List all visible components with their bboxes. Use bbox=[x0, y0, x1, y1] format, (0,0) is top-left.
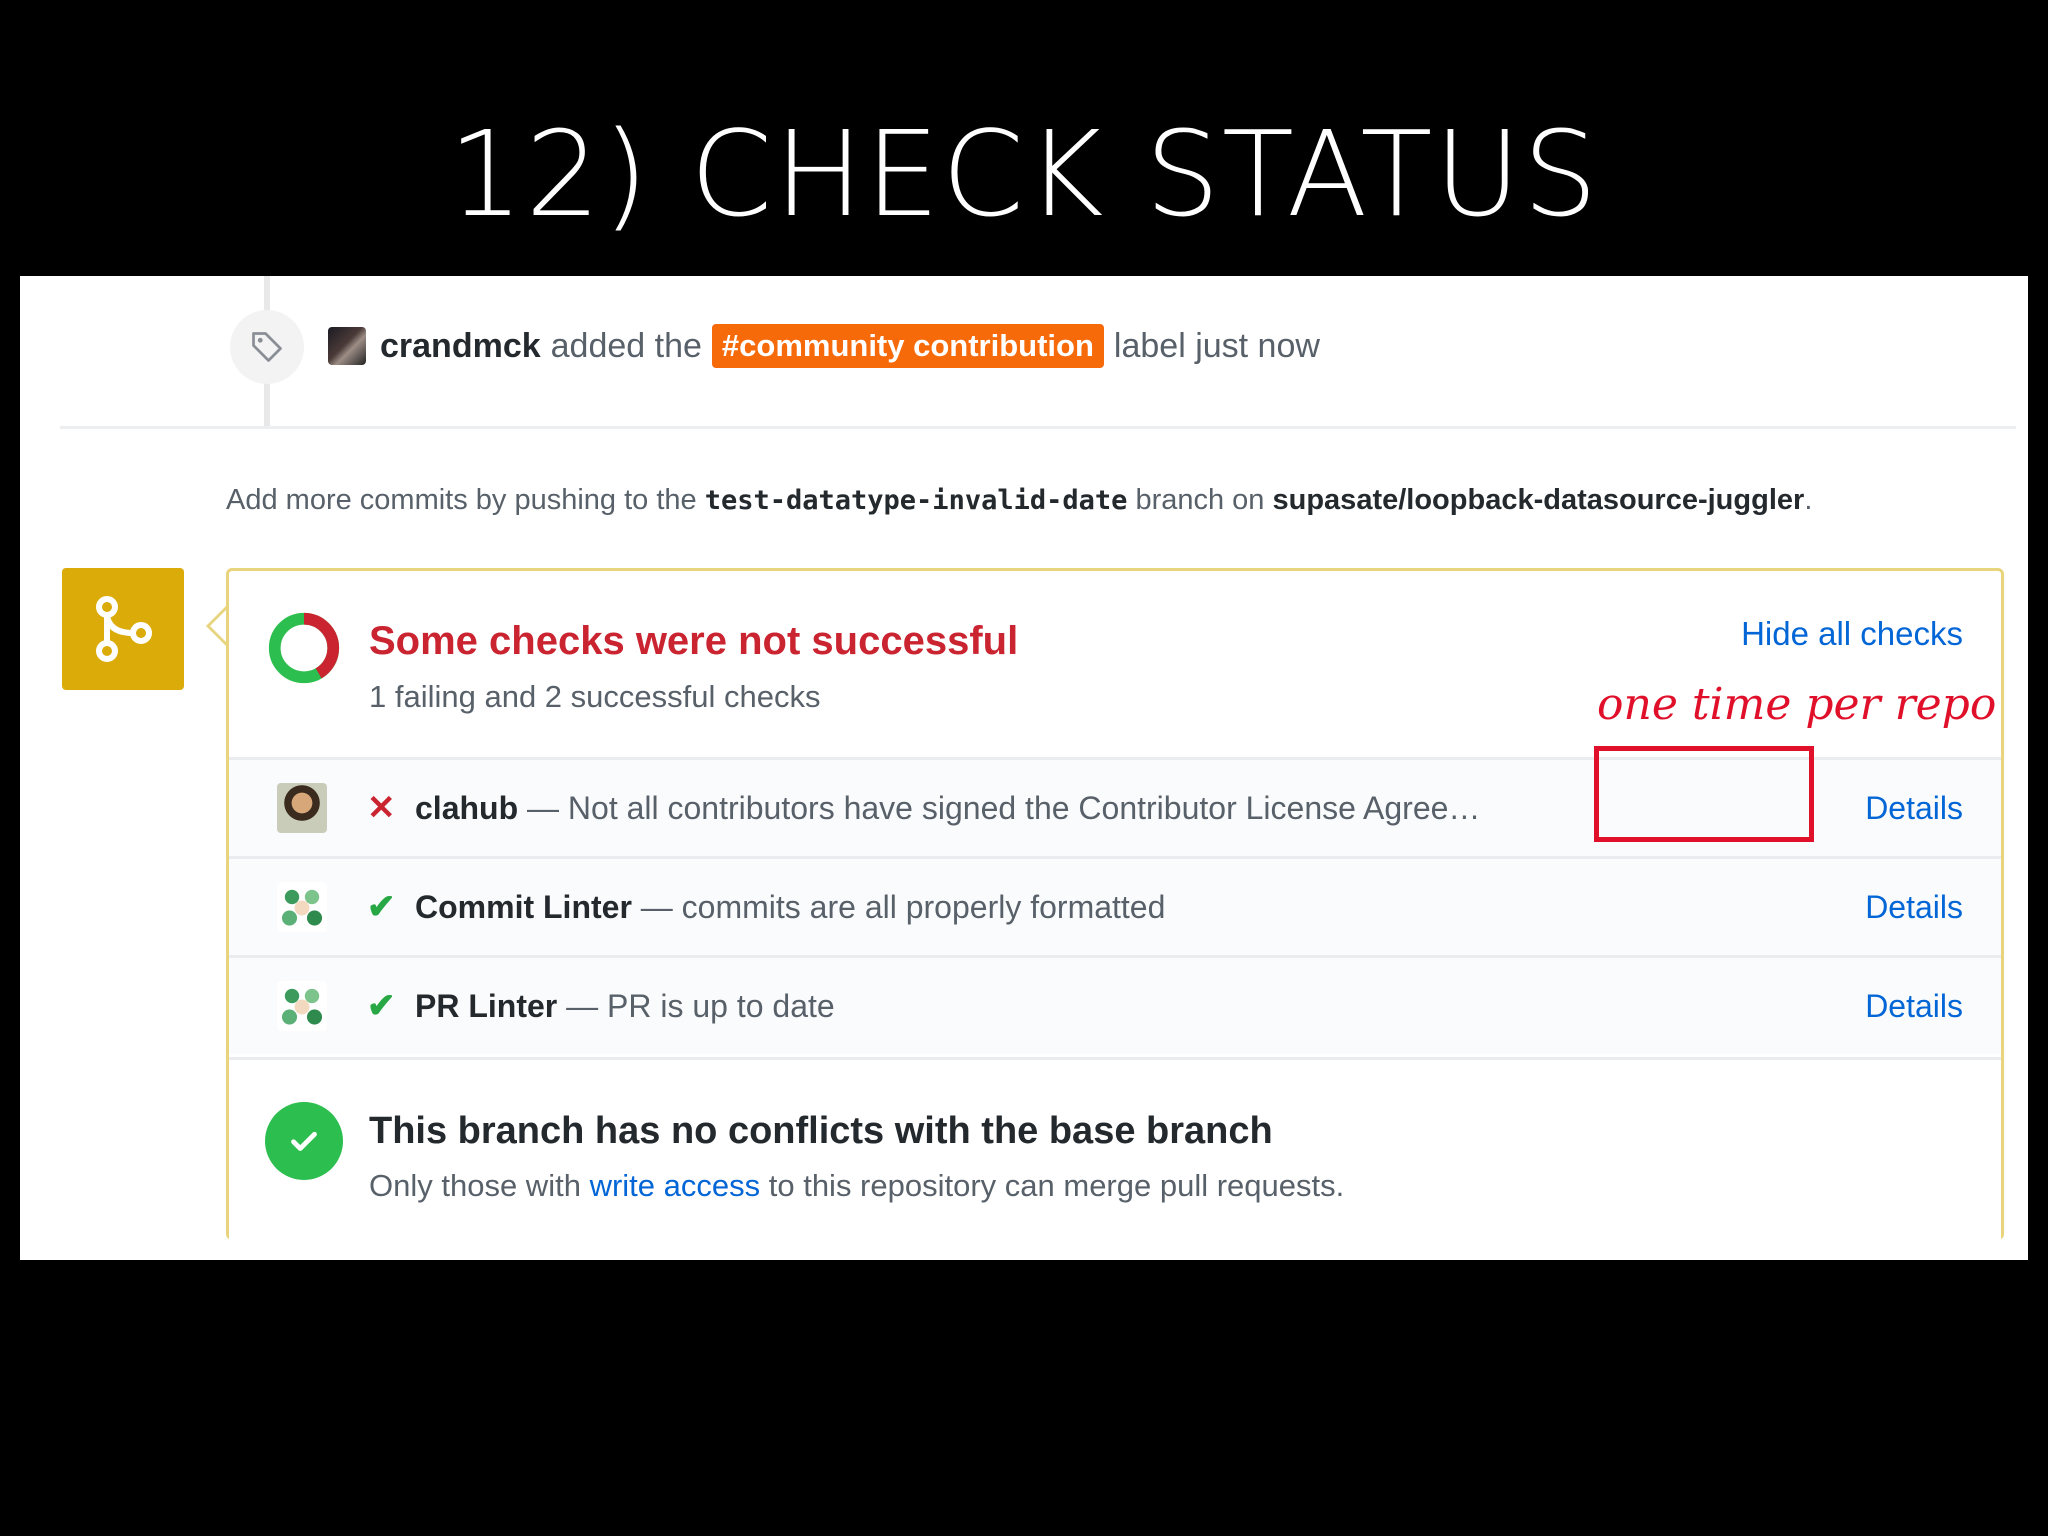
check-row-pr-linter: ✔ PR Linter — PR is up to date Details bbox=[229, 955, 2001, 1054]
check-name: Commit Linter bbox=[415, 888, 632, 925]
slide-title: 12) CHECK STATUS bbox=[448, 105, 1600, 243]
checks-donut-icon bbox=[268, 612, 340, 684]
github-screenshot: crandmck added the #community contributi… bbox=[20, 276, 2028, 1260]
hide-all-checks-link[interactable]: Hide all checks bbox=[1741, 615, 1963, 653]
details-link[interactable]: Details bbox=[1865, 889, 1963, 926]
divider bbox=[60, 426, 2016, 429]
avatar[interactable] bbox=[277, 783, 327, 833]
avatar[interactable] bbox=[277, 981, 327, 1031]
check-circle-icon bbox=[265, 1102, 343, 1180]
check-text: Commit Linter — commits are all properly… bbox=[415, 889, 1165, 926]
git-merge-icon bbox=[62, 568, 184, 690]
commits-note: Add more commits by pushing to the test-… bbox=[226, 484, 1812, 517]
avatar[interactable] bbox=[328, 327, 366, 365]
checks-summary: Some checks were not successful 1 failin… bbox=[229, 571, 2001, 757]
commits-note-prefix: Add more commits by pushing to the bbox=[226, 484, 697, 516]
community-label[interactable]: #community contribution bbox=[711, 324, 1104, 368]
event-suffix: label just now bbox=[1113, 326, 1320, 365]
status-title: Some checks were not successful bbox=[369, 619, 1019, 663]
check-icon: ✔ bbox=[367, 987, 396, 1025]
check-description: — commits are all properly formatted bbox=[640, 888, 1166, 925]
annotation-text: one time per repo bbox=[1597, 679, 1997, 730]
avatar[interactable] bbox=[277, 882, 327, 932]
x-icon: ✕ bbox=[367, 789, 396, 827]
check-row-commit-linter: ✔ Commit Linter — commits are all proper… bbox=[229, 856, 2001, 955]
check-name: clahub bbox=[415, 789, 519, 826]
merge-info: This branch has no conflicts with the ba… bbox=[229, 1057, 2001, 1240]
details-link[interactable]: Details bbox=[1865, 790, 1963, 827]
merge-status-panel: Some checks were not successful 1 failin… bbox=[226, 568, 2004, 1240]
commits-note-end: . bbox=[1804, 484, 1813, 516]
merge-subtitle: Only those with write access to this rep… bbox=[369, 1168, 1344, 1204]
check-icon: ✔ bbox=[367, 888, 396, 926]
merge-sub-prefix: Only those with bbox=[369, 1168, 581, 1203]
write-access-link[interactable]: write access bbox=[590, 1168, 761, 1203]
repo-name: supasate/loopback-datasource-juggler bbox=[1272, 484, 1805, 516]
merge-sub-suffix: to this repository can merge pull reques… bbox=[768, 1168, 1345, 1203]
label-event: crandmck added the #community contributi… bbox=[328, 324, 1320, 368]
check-text: clahub — Not all contributors have signe… bbox=[415, 790, 1480, 827]
status-subtitle: 1 failing and 2 successful checks bbox=[369, 679, 821, 714]
branch-name: test-datatype-invalid-date bbox=[704, 485, 1128, 516]
event-action: added the bbox=[550, 326, 702, 365]
merge-title: This branch has no conflicts with the ba… bbox=[369, 1110, 1273, 1152]
panel-caret-inner bbox=[210, 609, 227, 643]
event-user[interactable]: crandmck bbox=[380, 327, 541, 366]
annotation-highlight-box bbox=[1594, 746, 1814, 842]
check-text: PR Linter — PR is up to date bbox=[415, 988, 835, 1025]
tag-icon bbox=[230, 310, 304, 384]
details-link[interactable]: Details bbox=[1865, 988, 1963, 1025]
check-name: PR Linter bbox=[415, 987, 558, 1024]
check-description: — PR is up to date bbox=[566, 987, 835, 1024]
check-description: — Not all contributors have signed the C… bbox=[527, 789, 1481, 826]
commits-note-middle: branch on bbox=[1135, 484, 1265, 516]
